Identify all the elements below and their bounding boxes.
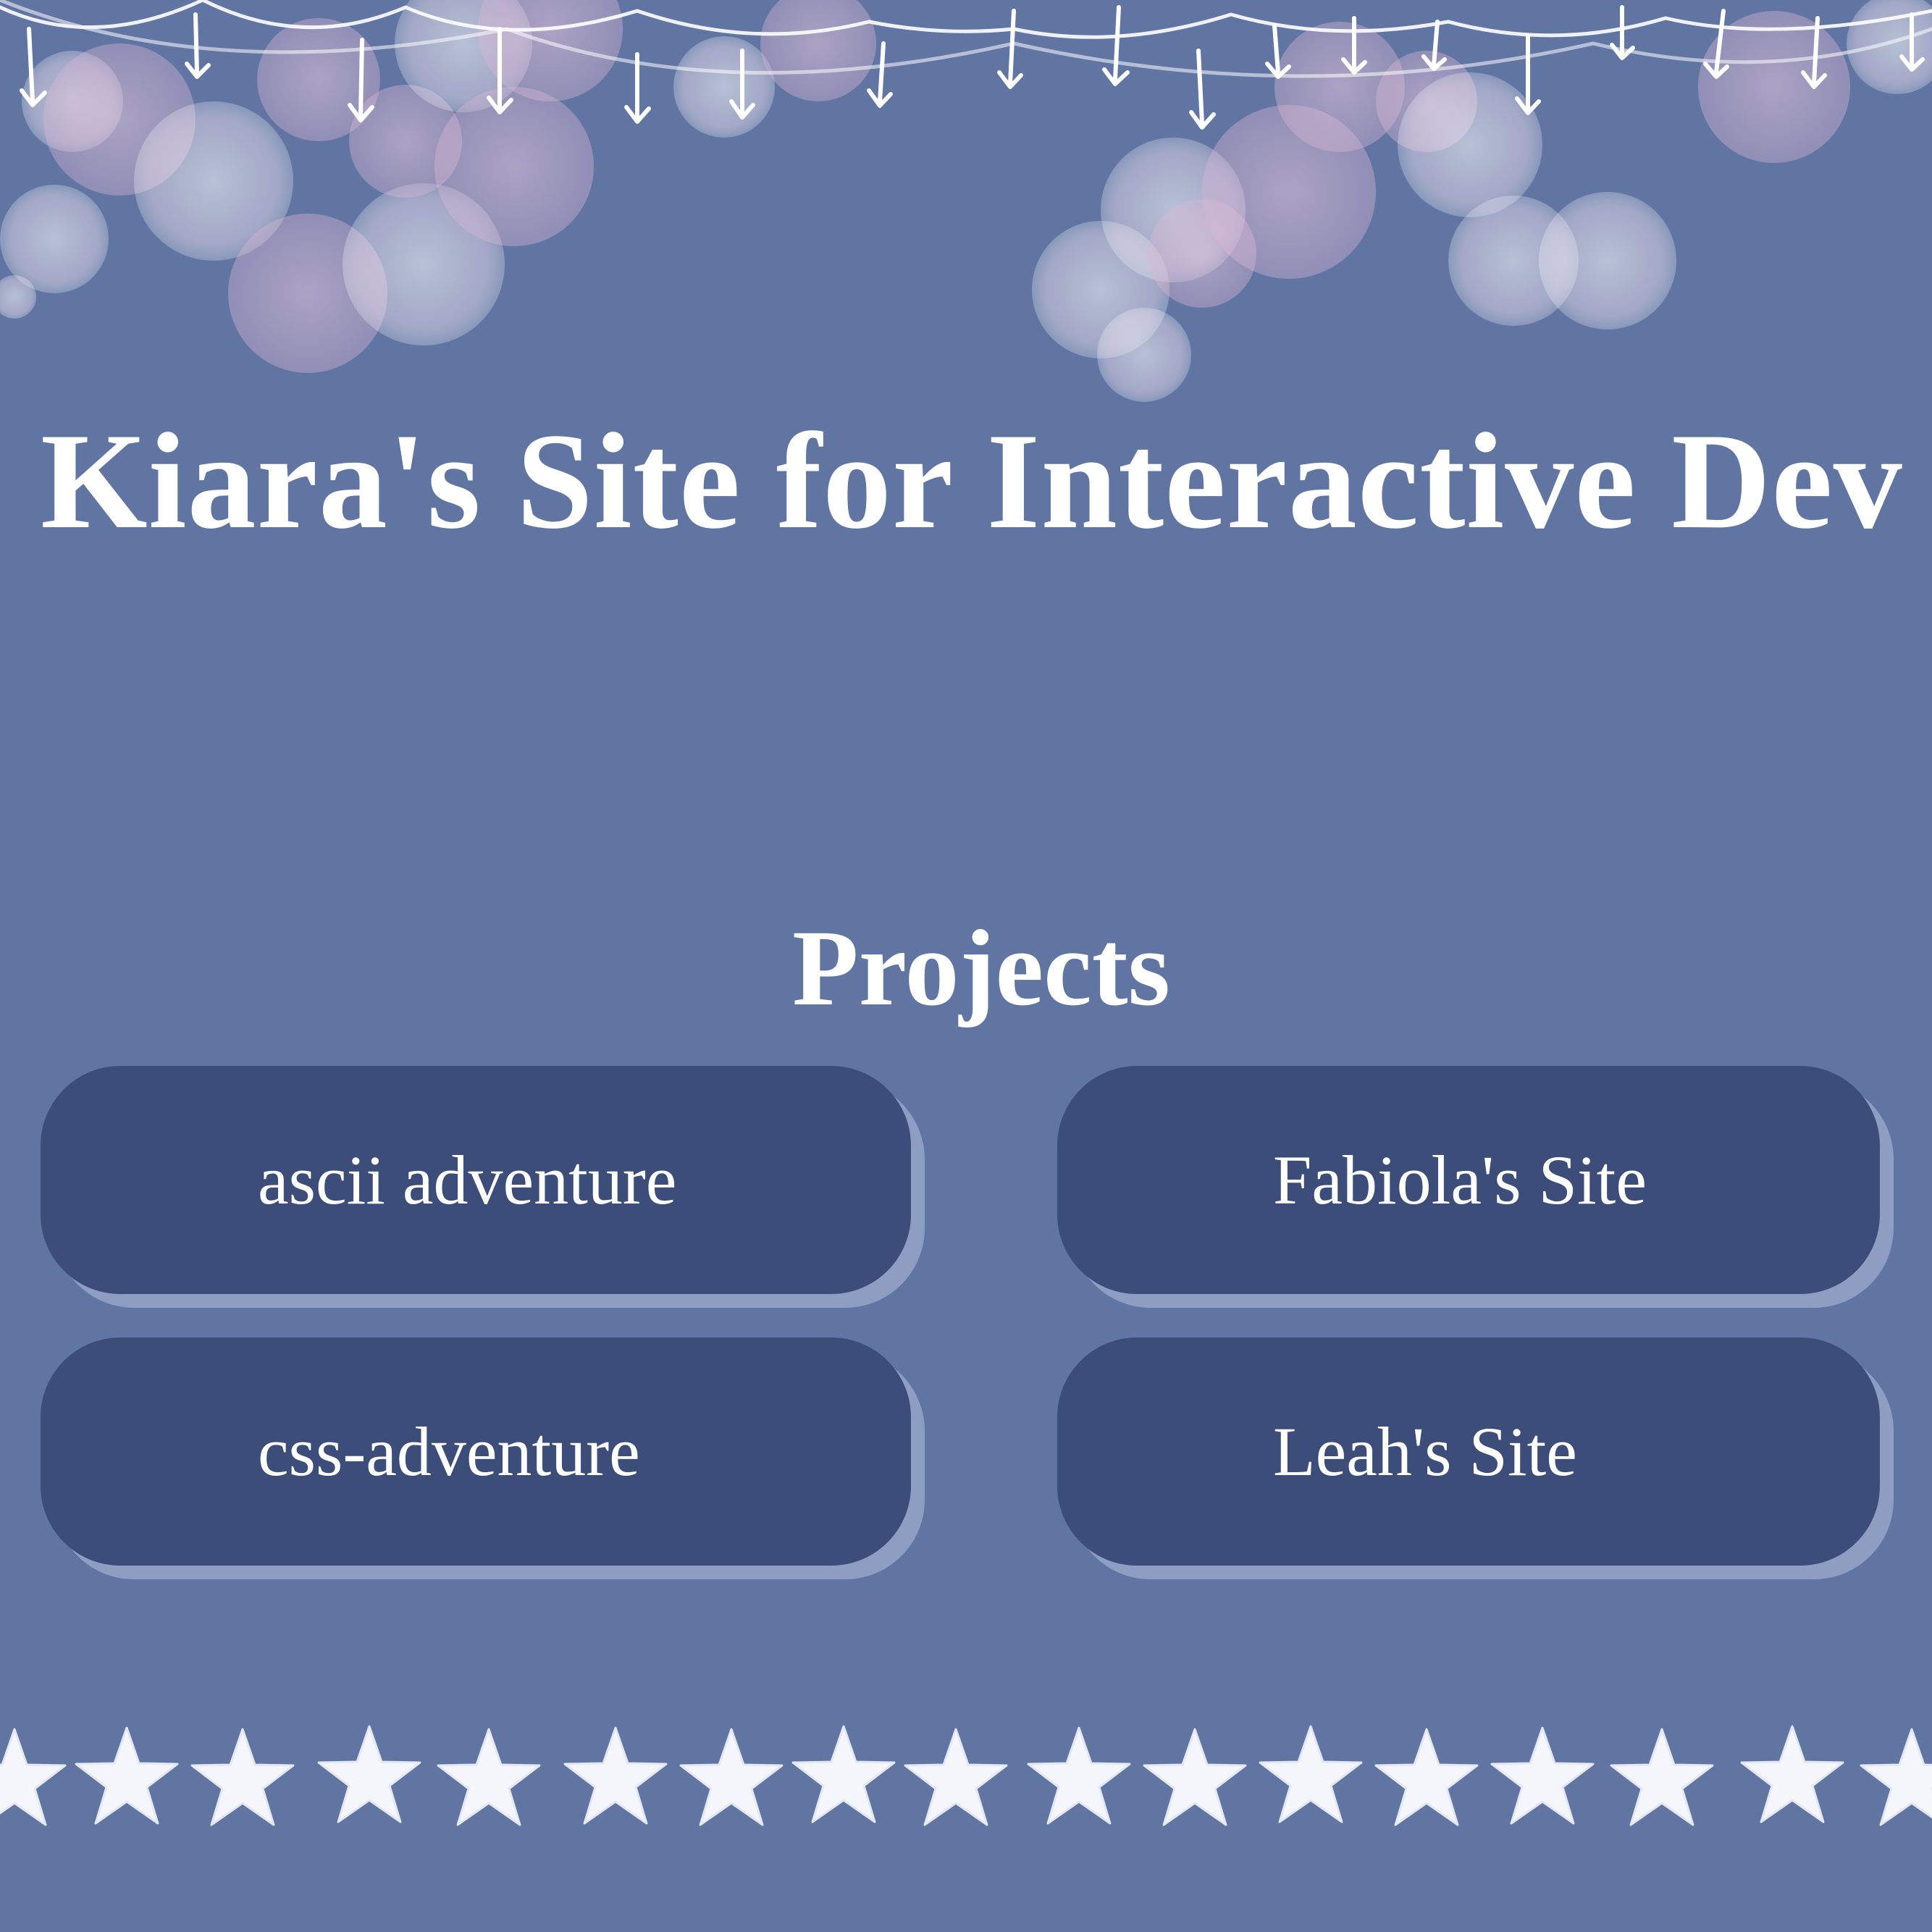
- string-lights-banner: [0, 0, 1932, 402]
- project-button-css-adventure[interactable]: css-adventure: [41, 1337, 911, 1566]
- bokeh-lights: [0, 0, 1932, 402]
- project-button-fabiolas-site[interactable]: Fabiola's Site: [1057, 1066, 1880, 1294]
- star-icons: [0, 1725, 1932, 1826]
- star-border: [0, 1725, 1932, 1826]
- site-title: Kiara's Site for Interactive Dev: [41, 406, 1903, 558]
- page: Kiara's Site for Interactive Dev Project…: [0, 0, 1932, 1932]
- projects-heading: Projects: [792, 908, 1170, 1028]
- project-button-ascii-adventure[interactable]: ascii adventure: [41, 1066, 911, 1294]
- project-button-leahs-site[interactable]: Leah's Site: [1057, 1337, 1880, 1566]
